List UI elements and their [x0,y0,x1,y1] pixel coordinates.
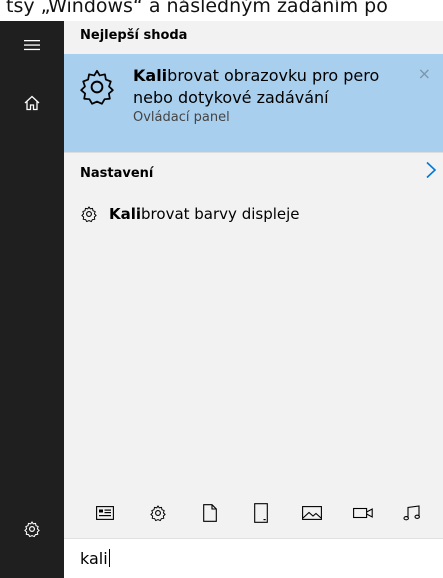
chevron-right-icon[interactable] [425,161,437,179]
apps-icon [96,506,114,520]
start-sidebar [0,21,64,578]
settings-heading: Nastavení [80,166,154,181]
settings-icon [24,521,40,538]
search-query-text: kali [80,549,108,568]
close-icon[interactable]: × [418,64,431,83]
search-results-panel: Nejlepší shoda Kalibrovat obrazovku pro … [64,21,443,578]
search-box[interactable]: kali [64,538,443,578]
settings-icon [81,206,97,223]
best-match-title-rest: brovat obrazovku pro pero nebo dotykové … [133,66,380,107]
best-match-heading: Nejlepší shoda [80,28,188,43]
video-icon [353,507,373,519]
best-match-title: Kalibrovat obrazovku pro pero nebo dotyk… [133,65,403,109]
settings-icon [80,69,114,105]
best-match-subtitle: Ovládací panel [133,110,230,125]
caption-fragment: tsy „Windows“ a následným zadáním po [0,0,443,21]
match-highlight: Kali [133,66,168,85]
photo-icon [302,506,322,520]
settings-result-label-rest: brovat barvy displeje [141,205,300,223]
filter-apps-button[interactable] [93,501,117,525]
music-icon [403,505,420,521]
settings-button[interactable] [0,505,64,553]
match-highlight: Kali [109,205,142,223]
filter-tablet-button[interactable] [249,501,273,525]
text-caret [108,549,110,567]
tablet-icon [254,503,268,523]
search-filter-bar [64,491,443,535]
settings-result-label: Kalibrovat barvy displeje [109,205,300,223]
settings-result-item[interactable]: Kalibrovat barvy displeje [64,199,443,231]
best-match-result[interactable]: Kalibrovat obrazovku pro pero nebo dotyk… [64,54,443,152]
filter-photos-button[interactable] [300,501,324,525]
hamburger-icon [24,40,40,51]
filter-videos-button[interactable] [351,501,375,525]
filter-music-button[interactable] [400,501,424,525]
divider [64,152,443,153]
filter-documents-button[interactable] [198,501,222,525]
home-button[interactable] [0,79,64,127]
document-icon [203,504,217,522]
menu-button[interactable] [0,21,64,69]
filter-settings-button[interactable] [146,501,170,525]
settings-icon [150,505,166,522]
search-input[interactable]: kali [80,549,110,568]
home-icon [24,95,40,111]
